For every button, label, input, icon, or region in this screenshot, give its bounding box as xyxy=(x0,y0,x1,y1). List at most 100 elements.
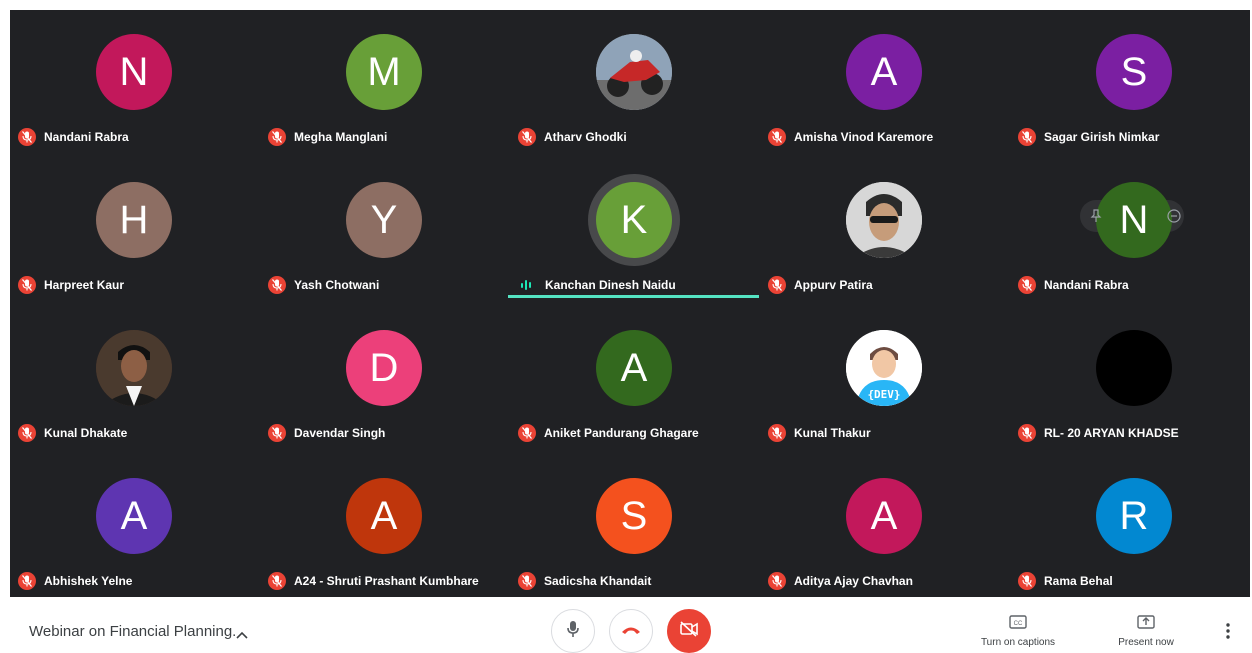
participant-name: Sagar Girish Nimkar xyxy=(1044,130,1160,144)
participant-name: Nandani Rabra xyxy=(44,130,129,144)
hang-up-button[interactable] xyxy=(609,609,653,653)
more-vert-icon[interactable] xyxy=(1226,623,1230,644)
participant-tile[interactable]: Appurv Patira xyxy=(760,158,1009,306)
participant-tile[interactable]: A A24 - Shruti Prashant Kumbhare xyxy=(260,454,509,602)
participant-name: RL- 20 ARYAN KHADSE xyxy=(1044,426,1179,440)
mic-off-icon xyxy=(18,128,36,146)
participant-avatar: N xyxy=(96,34,172,110)
participant-avatar xyxy=(1096,330,1172,406)
bottom-bar: Webinar on Financial Planning. CC Turn o… xyxy=(0,597,1252,653)
participant-tile[interactable]: S Sagar Girish Nimkar xyxy=(1010,10,1252,158)
participant-avatar: N xyxy=(1096,182,1172,258)
participant-name-row: Kunal Dhakate xyxy=(18,423,127,443)
participant-tile[interactable]: Kunal Dhakate xyxy=(10,306,259,454)
hang-up-icon xyxy=(621,622,641,640)
participant-name-row: Aditya Ajay Chavhan xyxy=(768,571,913,591)
captions-button[interactable]: CC Turn on captions xyxy=(968,615,1068,648)
participant-name: Harpreet Kaur xyxy=(44,278,125,292)
mic-off-icon xyxy=(1018,572,1036,590)
participant-tile[interactable]: RL- 20 ARYAN KHADSE xyxy=(1010,306,1252,454)
participant-name: Abhishek Yelne xyxy=(44,574,133,588)
participant-name: Davendar Singh xyxy=(294,426,386,440)
participant-name-row: Yash Chotwani xyxy=(268,275,379,295)
participant-name-row: Amisha Vinod Karemore xyxy=(768,127,933,147)
participant-tile[interactable]: H Harpreet Kaur xyxy=(10,158,259,306)
participant-avatar: A xyxy=(846,478,922,554)
mic-off-icon xyxy=(18,572,36,590)
captions-label: Turn on captions xyxy=(980,637,1056,648)
participant-tile[interactable]: Y Yash Chotwani xyxy=(260,158,509,306)
pin-icon[interactable] xyxy=(1088,208,1104,224)
participant-name-row: Sagar Girish Nimkar xyxy=(1018,127,1159,147)
camera-button[interactable] xyxy=(667,609,711,653)
remove-icon[interactable] xyxy=(1166,208,1182,224)
participant-name: Megha Manglani xyxy=(294,130,388,144)
participant-tile[interactable]: K Kanchan Dinesh Naidu xyxy=(508,158,759,306)
participant-name: Nandani Rabra xyxy=(1044,278,1129,292)
svg-text:CC: CC xyxy=(1014,621,1023,627)
mic-off-icon xyxy=(18,424,36,442)
participant-name: Amisha Vinod Karemore xyxy=(794,130,934,144)
mic-off-icon xyxy=(268,128,286,146)
participant-tile[interactable]: A Aniket Pandurang Ghagare xyxy=(510,306,759,454)
participant-avatar: K xyxy=(596,182,672,258)
mic-off-icon xyxy=(768,128,786,146)
camera-off-icon xyxy=(679,620,699,642)
participant-avatar: A xyxy=(346,478,422,554)
participant-avatar: R xyxy=(1096,478,1172,554)
mic-off-icon xyxy=(768,572,786,590)
participant-name-row: A24 - Shruti Prashant Kumbhare xyxy=(268,571,479,591)
participant-name: Kunal Thakur xyxy=(794,426,871,440)
participant-name-row: Harpreet Kaur xyxy=(18,275,124,295)
participant-name: A24 - Shruti Prashant Kumbhare xyxy=(294,574,479,588)
participant-avatar: D xyxy=(346,330,422,406)
active-speaker-underline xyxy=(508,295,759,298)
mic-off-icon xyxy=(518,128,536,146)
participant-tile[interactable]: N Nandani Rabra xyxy=(10,10,259,158)
participant-name-row: Nandani Rabra xyxy=(1018,275,1129,295)
mic-off-icon xyxy=(518,572,536,590)
participant-tile[interactable]: R Rama Behal xyxy=(1010,454,1252,602)
present-button[interactable]: Present now xyxy=(1096,615,1196,648)
participant-tile[interactable]: N Nandani Rabra xyxy=(1010,158,1252,306)
participant-name: Sadicsha Khandait xyxy=(544,574,652,588)
present-label: Present now xyxy=(1118,637,1174,648)
participant-name: Appurv Patira xyxy=(794,278,873,292)
participant-name: Kunal Dhakate xyxy=(44,426,128,440)
participant-grid: N Nandani Rabra M Megha Manglani Atharv Ghod… xyxy=(10,10,1250,597)
chevron-up-icon[interactable] xyxy=(236,626,248,644)
participant-name-row: Sadicsha Khandait xyxy=(518,571,651,591)
participant-tile[interactable]: M Megha Manglani xyxy=(260,10,509,158)
participant-tile[interactable]: D Davendar Singh xyxy=(260,306,509,454)
mic-off-icon xyxy=(768,276,786,294)
mic-button[interactable] xyxy=(551,609,595,653)
mic-icon xyxy=(566,620,580,643)
participant-name: Aniket Pandurang Ghagare xyxy=(544,426,699,440)
participant-tile[interactable]: S Sadicsha Khandait xyxy=(510,454,759,602)
closed-captions-icon: CC xyxy=(1009,615,1027,633)
participant-avatar: H xyxy=(96,182,172,258)
mic-off-icon xyxy=(768,424,786,442)
participant-tile[interactable]: A Abhishek Yelne xyxy=(10,454,259,602)
mic-off-icon xyxy=(518,424,536,442)
mic-off-icon xyxy=(1018,276,1036,294)
mic-off-icon xyxy=(268,424,286,442)
participant-name-row: RL- 20 ARYAN KHADSE xyxy=(1018,423,1179,443)
participant-tile[interactable]: A Amisha Vinod Karemore xyxy=(760,10,1009,158)
participant-avatar xyxy=(846,182,922,258)
participant-name: Rama Behal xyxy=(1044,574,1113,588)
meeting-title[interactable]: Webinar on Financial Planning. xyxy=(29,623,236,640)
participant-name-row: Megha Manglani xyxy=(268,127,387,147)
participant-name-row: Aniket Pandurang Ghagare xyxy=(518,423,699,443)
present-screen-icon xyxy=(1137,615,1155,633)
participant-tile[interactable]: {DEV} Kunal Thakur xyxy=(760,306,1009,454)
participant-name: Yash Chotwani xyxy=(294,278,380,292)
participant-name-row: Appurv Patira xyxy=(768,275,873,295)
mic-off-icon xyxy=(18,276,36,294)
participant-tile[interactable]: A Aditya Ajay Chavhan xyxy=(760,454,1009,602)
participant-avatar xyxy=(96,330,172,406)
participant-name-row: Rama Behal xyxy=(1018,571,1113,591)
participant-tile[interactable]: Atharv Ghodki xyxy=(510,10,759,158)
participant-avatar: Y xyxy=(346,182,422,258)
participant-avatar xyxy=(596,34,672,110)
